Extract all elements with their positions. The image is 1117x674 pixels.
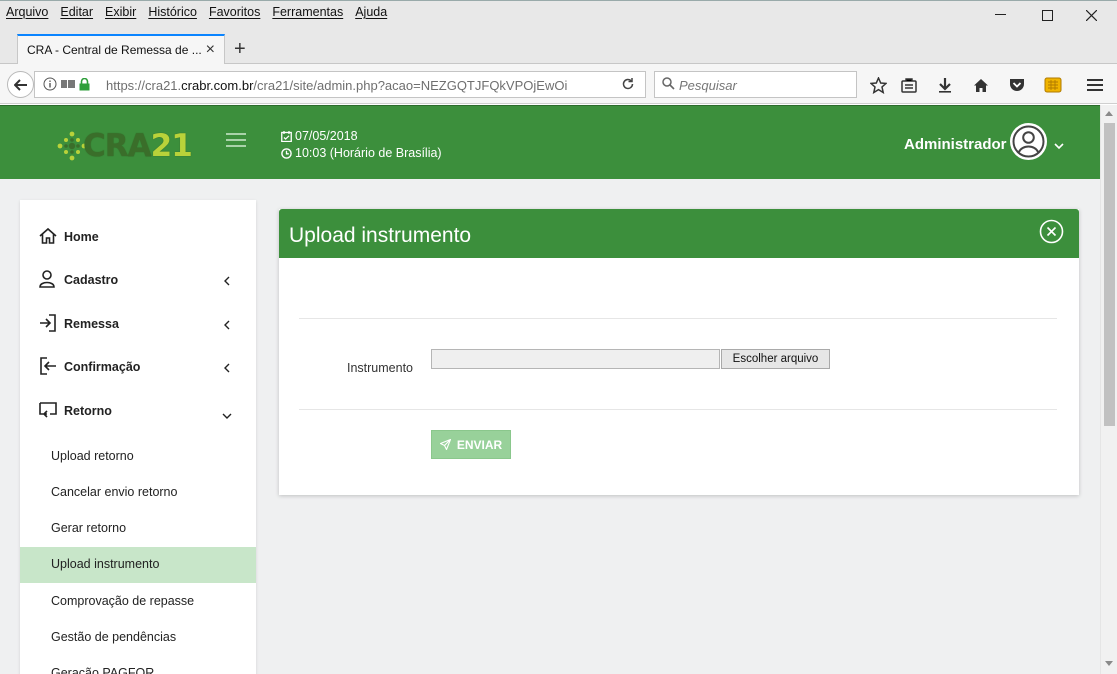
sidebar-subitem-label: Upload retorno <box>51 449 134 463</box>
sidebar-subitem-upload-instrumento[interactable]: Upload instrumento <box>20 547 256 583</box>
logo-text: CRA <box>83 128 152 164</box>
paper-plane-icon <box>439 439 451 450</box>
menu-historico[interactable]: Histórico <box>148 5 197 19</box>
sidebar-subitem-label: Upload instrumento <box>51 557 160 571</box>
reading-list-icon[interactable] <box>899 75 919 95</box>
browser-menu-icon[interactable] <box>1085 75 1105 95</box>
info-icon[interactable] <box>43 77 57 94</box>
sidebar-subitem-label: Gestão de pendências <box>51 630 177 644</box>
chevron-left-icon <box>224 361 230 376</box>
new-tab-icon[interactable]: + <box>234 38 246 61</box>
url-text[interactable]: https://cra21.crabr.com.br/cra21/site/ad… <box>106 78 567 93</box>
browser-tabbar: CRA - Central de Remessa de ... × + <box>0 24 1117 65</box>
chevron-down-icon <box>222 407 232 422</box>
sidebar-item-label: Retorno <box>64 404 112 418</box>
user-icon <box>38 269 60 291</box>
sidebar-subitem-gerar-retorno[interactable]: Gerar retorno <box>20 511 256 547</box>
sidebar-item-remessa[interactable]: Remessa <box>20 303 256 343</box>
close-circle-icon[interactable] <box>1039 219 1064 244</box>
menu-editar[interactable]: Editar <box>60 5 93 19</box>
current-time: 10:03 (Horário de Brasília) <box>295 146 442 160</box>
user-avatar-icon[interactable] <box>1010 123 1047 160</box>
browser-tab[interactable]: CRA - Central de Remessa de ... × <box>17 34 225 65</box>
panel-header: Upload instrumento <box>279 209 1079 258</box>
sidebar-item-label: Home <box>64 230 99 244</box>
calendar-icon <box>281 131 292 142</box>
sidebar-item-confirmacao[interactable]: Confirmação <box>20 346 256 386</box>
sidebar-item-label: Remessa <box>64 317 119 331</box>
sidebar-item-label: Confirmação <box>64 360 141 374</box>
user-name[interactable]: Administrador <box>904 136 1007 153</box>
sign-in-icon <box>38 313 60 335</box>
sidebar-subitem-geracao-pagfor[interactable]: Geração PAGFOR <box>20 656 256 674</box>
download-icon[interactable] <box>935 75 955 95</box>
current-date: 07/05/2018 <box>295 129 358 143</box>
send-button[interactable]: ENVIAR <box>431 430 511 459</box>
search-icon <box>662 77 675 93</box>
browser-navbar: https://cra21.crabr.com.br/cra21/site/ad… <box>0 64 1117 104</box>
divider <box>299 318 1057 319</box>
menu-exibir[interactable]: Exibir <box>105 5 136 19</box>
menu-arquivo[interactable]: Arquivo <box>6 5 48 19</box>
sign-out-icon <box>38 356 60 378</box>
choose-file-button[interactable]: Escolher arquivo <box>721 349 830 369</box>
search-bar[interactable] <box>654 71 857 98</box>
lock-icon[interactable] <box>79 77 90 94</box>
browser-menubar: Arquivo Editar Exibir Histórico Favorito… <box>0 0 1117 24</box>
menu-ajuda[interactable]: Ajuda <box>355 5 387 19</box>
back-button[interactable] <box>7 71 34 98</box>
user-chevron-down-icon[interactable] <box>1054 138 1064 153</box>
chevron-left-icon <box>224 274 230 289</box>
menu-favoritos[interactable]: Favoritos <box>209 5 260 19</box>
sidebar-subitem-upload-retorno[interactable]: Upload retorno <box>20 439 256 475</box>
page-title: Upload instrumento <box>289 224 472 247</box>
sidebar-item-retorno[interactable]: Retorno <box>20 390 256 430</box>
tab-title: CRA - Central de Remessa de ... <box>27 43 202 57</box>
sidebar-subitem-label: Gerar retorno <box>51 521 127 535</box>
bookmark-star-icon[interactable] <box>868 75 888 95</box>
plugin-icon[interactable] <box>61 78 75 93</box>
pocket-icon[interactable] <box>1007 75 1027 95</box>
instrumento-label: Instrumento <box>347 361 414 375</box>
sidebar: Home Cadastro Remessa Confirmação Retorn… <box>20 200 256 674</box>
sidebar-item-cadastro[interactable]: Cadastro <box>20 259 256 299</box>
home-browser-icon[interactable] <box>971 75 991 95</box>
scroll-down-icon[interactable] <box>1105 661 1113 666</box>
home-icon <box>38 226 60 248</box>
sidebar-item-home[interactable]: Home <box>20 216 256 256</box>
sidebar-item-label: Cadastro <box>64 273 119 287</box>
datetime-block: 07/05/2018 10:03 (Horário de Brasília) <box>281 128 442 162</box>
clock-icon <box>281 148 292 159</box>
send-button-label: ENVIAR <box>456 437 503 452</box>
extension-icon[interactable] <box>1043 75 1063 95</box>
chevron-left-icon <box>224 318 230 333</box>
scrollbar-thumb[interactable] <box>1104 123 1115 426</box>
upload-panel: Upload instrumento Instrumento Escolher … <box>279 209 1079 495</box>
reload-icon[interactable] <box>621 77 641 93</box>
url-bar[interactable]: https://cra21.crabr.com.br/cra21/site/ad… <box>34 71 646 98</box>
sidebar-subitem-gestao-pendencias[interactable]: Gestão de pendências <box>20 620 256 656</box>
page-scrollbar[interactable] <box>1100 105 1117 674</box>
cra21-logo[interactable]: CRA21 <box>55 128 193 164</box>
sidebar-subitem-label: Cancelar envio retorno <box>51 485 178 499</box>
sidebar-subitem-comprovacao-repasse[interactable]: Comprovação de repasse <box>20 584 256 620</box>
sidebar-subitem-label: Geração PAGFOR <box>51 666 155 674</box>
app-header: CRA21 07/05/2018 10:03 (Horário de Brasí… <box>0 105 1100 179</box>
menu-ferramentas[interactable]: Ferramentas <box>272 5 343 19</box>
tab-close-icon[interactable]: × <box>206 41 215 59</box>
scroll-up-icon[interactable] <box>1105 111 1113 116</box>
sidebar-toggle-icon[interactable] <box>226 133 246 147</box>
divider <box>299 409 1057 410</box>
sidebar-subitem-cancelar-envio-retorno[interactable]: Cancelar envio retorno <box>20 475 256 511</box>
search-input[interactable] <box>679 76 849 94</box>
sidebar-subitem-label: Comprovação de repasse <box>51 594 195 608</box>
file-path-field[interactable] <box>431 349 720 369</box>
return-icon <box>38 400 60 422</box>
page-viewport: CRA21 07/05/2018 10:03 (Horário de Brasí… <box>0 105 1100 674</box>
logo-number: 21 <box>150 128 193 164</box>
